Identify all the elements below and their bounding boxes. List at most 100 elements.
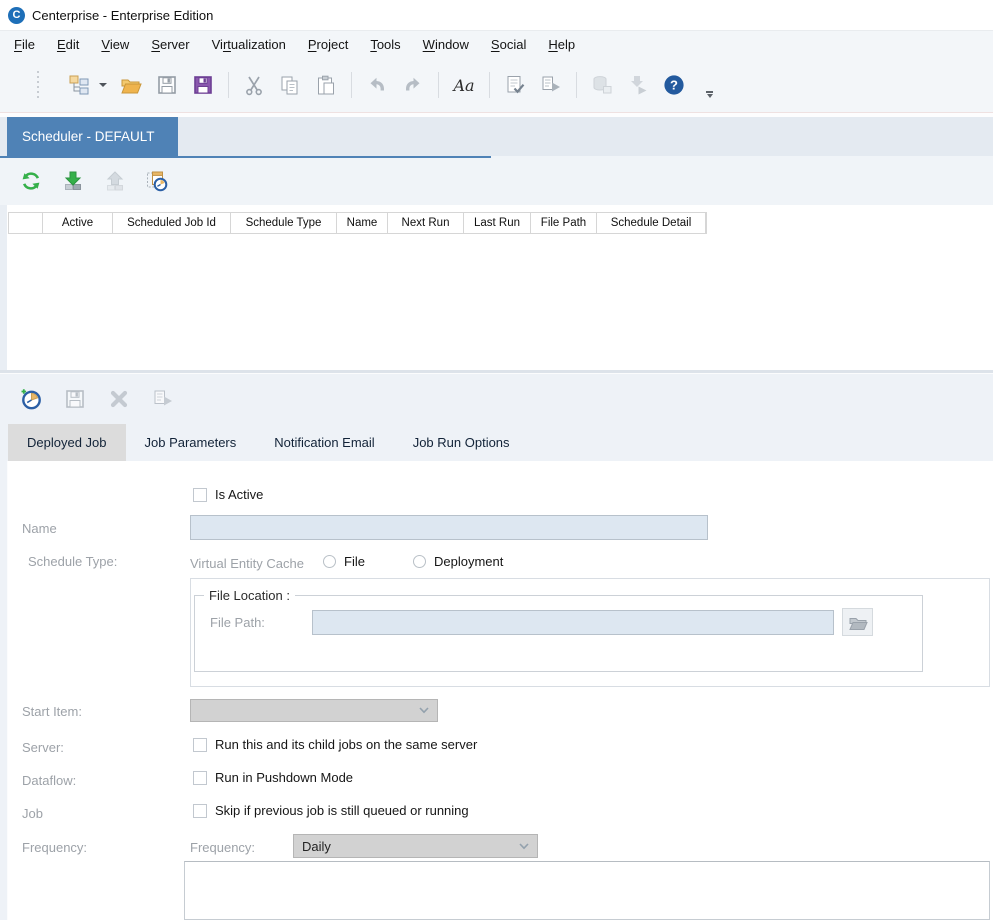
is-active-checkbox[interactable] <box>193 488 207 502</box>
file-location-panel: File Location : File Path: <box>190 578 990 687</box>
dataflow-label: Dataflow: <box>22 773 76 788</box>
deploy-icon <box>627 74 649 96</box>
file-radio-label[interactable]: File <box>344 554 365 569</box>
new-document-button[interactable] <box>64 70 94 100</box>
menu-virtualization[interactable]: Virtualization <box>201 32 297 57</box>
server-checkbox-row: Run this and its child jobs on the same … <box>193 737 477 752</box>
undo-button[interactable] <box>362 70 392 100</box>
tab-job-run-options[interactable]: Job Run Options <box>394 424 529 461</box>
validate-button[interactable] <box>500 70 530 100</box>
menu-tools[interactable]: Tools <box>359 32 411 57</box>
column-header-scheduled-job-id[interactable]: Scheduled Job Id <box>113 213 231 233</box>
file-radio[interactable] <box>323 555 336 568</box>
pushdown-checkbox[interactable] <box>193 771 207 785</box>
virtual-entity-cache-label: Virtual Entity Cache <box>190 556 304 571</box>
name-input[interactable] <box>190 515 708 540</box>
file-path-input[interactable] <box>312 610 834 635</box>
column-header-last-run[interactable]: Last Run <box>464 213 531 233</box>
menu-bar: FileEditViewServerVirtualizationProjectT… <box>0 30 993 58</box>
start-job-button[interactable] <box>148 385 177 414</box>
grid-header-row: ActiveScheduled Job IdSchedule TypeNameN… <box>8 212 707 234</box>
is-active-label[interactable]: Is Active <box>215 487 263 502</box>
scheduler-grid: ActiveScheduled Job IdSchedule TypeNameN… <box>0 205 993 370</box>
column-header-schedule-detail[interactable]: Schedule Detail <box>597 213 706 233</box>
column-header-selector[interactable] <box>9 213 43 233</box>
toolbar-grip[interactable] <box>37 71 41 99</box>
menu-help[interactable]: Help <box>537 32 586 57</box>
new-doc-icon <box>68 74 90 96</box>
column-header-schedule-type[interactable]: Schedule Type <box>231 213 337 233</box>
form-left-gutter <box>0 461 8 920</box>
skip-checkbox-row: Skip if previous job is still queued or … <box>193 803 469 818</box>
new-document-caret[interactable] <box>97 70 109 100</box>
save-button[interactable] <box>152 70 182 100</box>
menu-project[interactable]: Project <box>297 32 359 57</box>
column-header-file-path[interactable]: File Path <box>531 213 597 233</box>
import-icon <box>62 170 84 192</box>
frequency-inner-label: Frequency: <box>190 840 255 855</box>
paste-icon <box>315 74 337 96</box>
tab-deployed-job[interactable]: Deployed Job <box>8 424 126 461</box>
pushdown-label[interactable]: Run in Pushdown Mode <box>215 770 353 785</box>
main-toolbar: Aa ? <box>0 58 993 113</box>
floppy-gray-icon <box>64 388 86 410</box>
deploy-button[interactable] <box>623 70 653 100</box>
menu-view[interactable]: View <box>90 32 140 57</box>
chevron-down-icon <box>419 707 429 714</box>
column-header-active[interactable]: Active <box>43 213 113 233</box>
add-scheduler-job-button[interactable] <box>143 167 170 194</box>
paste-button[interactable] <box>311 70 341 100</box>
column-header-next-run[interactable]: Next Run <box>388 213 464 233</box>
menu-social[interactable]: Social <box>480 32 537 57</box>
save-all-button[interactable] <box>188 70 218 100</box>
server-label: Server: <box>22 740 64 755</box>
scheduler-toolbar <box>0 156 993 205</box>
copy-button[interactable] <box>275 70 305 100</box>
tab-notification-email[interactable]: Notification Email <box>255 424 393 461</box>
refresh-button[interactable] <box>17 167 44 194</box>
skip-if-running-label[interactable]: Skip if previous job is still queued or … <box>215 803 469 818</box>
tab-scheduler-default[interactable]: Scheduler - DEFAULT <box>7 117 178 156</box>
menu-edit[interactable]: Edit <box>46 32 90 57</box>
column-header-name[interactable]: Name <box>337 213 388 233</box>
toolbar-separator <box>351 72 352 98</box>
help-icon: ? <box>663 74 685 96</box>
file-radio-row: File <box>323 554 365 569</box>
file-location-group: File Location : File Path: <box>194 588 923 672</box>
grid-left-gutter <box>0 205 8 370</box>
help-button[interactable]: ? <box>659 70 689 100</box>
frequency-detail-area[interactable] <box>184 861 990 920</box>
font-options-button[interactable]: Aa <box>449 70 479 100</box>
chevron-down-icon <box>519 843 529 850</box>
same-server-label[interactable]: Run this and its child jobs on the same … <box>215 737 477 752</box>
name-label: Name <box>22 521 57 536</box>
deployment-radio[interactable] <box>413 555 426 568</box>
menu-file[interactable]: File <box>3 32 46 57</box>
new-schedule-button[interactable] <box>16 385 45 414</box>
save-schedule-button[interactable] <box>60 385 89 414</box>
open-project-button[interactable] <box>116 70 146 100</box>
copy-icon <box>279 74 301 96</box>
menu-window[interactable]: Window <box>412 32 480 57</box>
menu-server[interactable]: Server <box>140 32 200 57</box>
start-item-dropdown[interactable] <box>190 699 438 722</box>
tab-job-parameters[interactable]: Job Parameters <box>126 424 256 461</box>
browse-file-button[interactable] <box>842 608 873 636</box>
import-schedules-button[interactable] <box>59 167 86 194</box>
clock-add-icon <box>20 388 42 410</box>
deployed-job-form: Is Active Name Schedule Type: Virtual En… <box>0 461 993 920</box>
cut-button[interactable] <box>239 70 269 100</box>
same-server-checkbox[interactable] <box>193 738 207 752</box>
preview-button[interactable] <box>536 70 566 100</box>
delete-schedule-button[interactable] <box>104 385 133 414</box>
export-schedules-button[interactable] <box>101 167 128 194</box>
toolbar-overflow-button[interactable] <box>706 91 713 98</box>
frequency-dropdown[interactable]: Daily <box>293 834 538 858</box>
database-transfer-button[interactable] <box>587 70 617 100</box>
skip-if-running-checkbox[interactable] <box>193 804 207 818</box>
svg-text:?: ? <box>670 78 678 93</box>
redo-button[interactable] <box>398 70 428 100</box>
deployment-radio-label[interactable]: Deployment <box>434 554 503 569</box>
folder-open-icon <box>120 74 142 96</box>
file-location-legend: File Location : <box>204 588 295 603</box>
